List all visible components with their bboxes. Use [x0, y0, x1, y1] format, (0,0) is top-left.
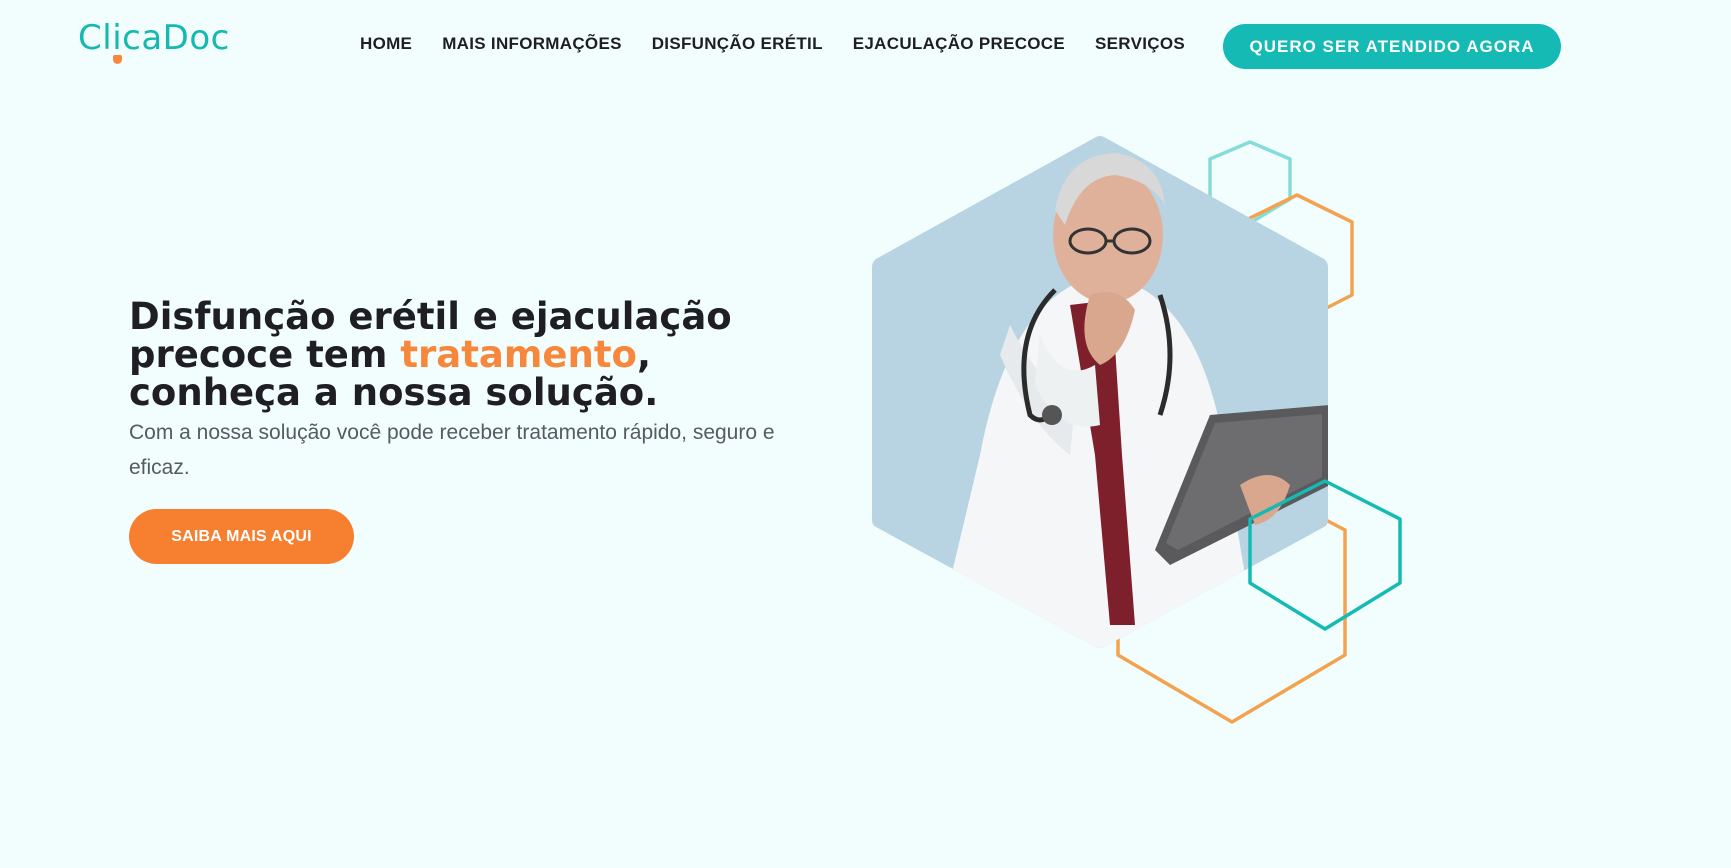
nav-ejaculacao-precoce[interactable]: EJACULAÇÃO PRECOCE [853, 34, 1065, 54]
logo-text-i: i [112, 18, 123, 64]
header-cta-button[interactable]: QUERO SER ATENDIDO AGORA [1223, 24, 1561, 69]
nav-home[interactable]: HOME [360, 34, 412, 54]
logo-text-end: caDoc [122, 18, 230, 58]
hero-title: Disfunção erétil e ejaculação precoce te… [129, 298, 809, 412]
main-nav: HOME MAIS INFORMAÇÕES DISFUNÇÃO ERÉTIL E… [360, 34, 1215, 54]
hero-illustration [860, 125, 1420, 735]
site-header: ClicaDoc HOME MAIS INFORMAÇÕES DISFUNÇÃO… [0, 0, 1731, 92]
nav-mais-informacoes[interactable]: MAIS INFORMAÇÕES [442, 34, 622, 54]
saiba-mais-button[interactable]: SAIBA MAIS AQUI [129, 509, 354, 564]
hero-illustration-svg [872, 136, 1402, 724]
doctor-with-tablet-image [872, 136, 1328, 648]
hero-subtitle: Com a nossa solução você pode receber tr… [129, 421, 775, 479]
nav-disfuncao-eretil[interactable]: DISFUNÇÃO ERÉTIL [652, 34, 823, 54]
clicadoc-logo[interactable]: ClicaDoc [78, 18, 230, 64]
nav-servicos[interactable]: SERVIÇOS [1095, 34, 1185, 54]
hero-title-accent: tratamento [400, 333, 637, 376]
logo-text-start: Cl [78, 18, 113, 58]
